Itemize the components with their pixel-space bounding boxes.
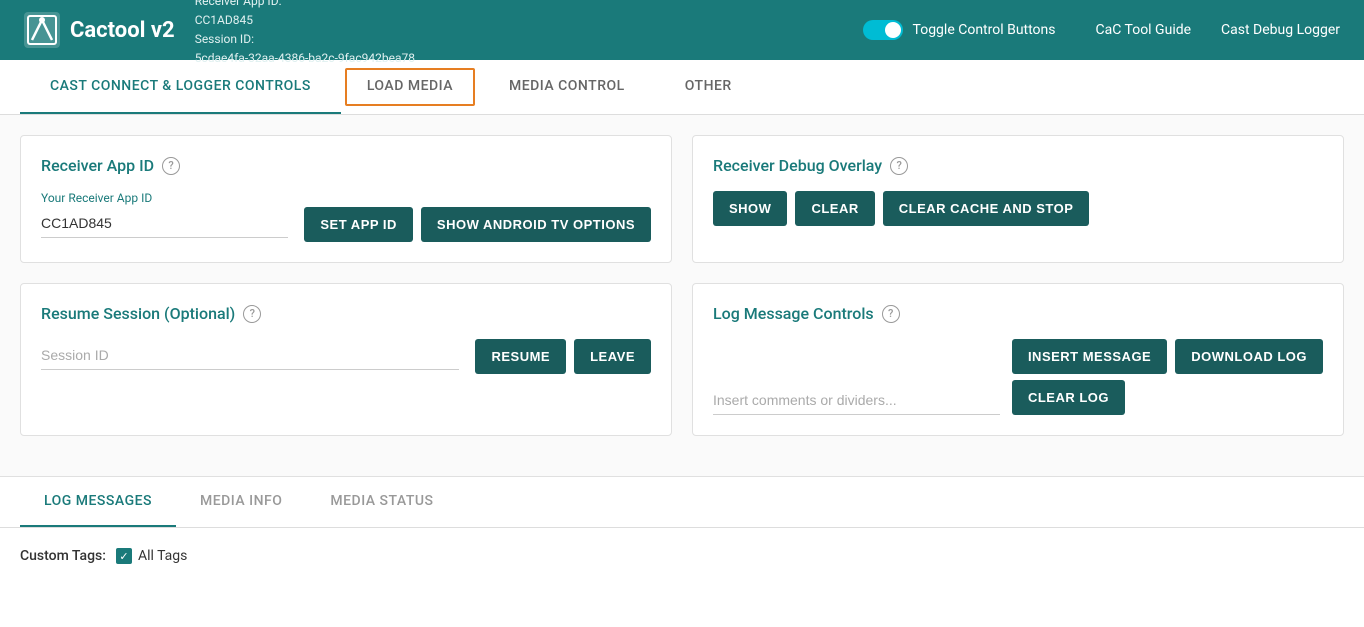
show-android-tv-button[interactable]: SHOW ANDROID TV OPTIONS <box>421 207 651 242</box>
log-controls-row: INSERT MESSAGE DOWNLOAD LOG CLEAR LOG <box>713 339 1323 415</box>
show-button[interactable]: SHOW <box>713 191 787 226</box>
receiver-debug-title: Receiver Debug Overlay ? <box>713 156 1323 175</box>
toggle-control-buttons[interactable]: Toggle Control Buttons <box>863 20 1056 40</box>
main-tabs: CAST CONNECT & LOGGER CONTROLS LOAD MEDI… <box>0 60 1364 115</box>
tab-cast-connect[interactable]: CAST CONNECT & LOGGER CONTROLS <box>20 60 341 114</box>
receiver-debug-card: Receiver Debug Overlay ? SHOW CLEAR CLEA… <box>692 135 1344 263</box>
log-buttons-row2: CLEAR LOG <box>1012 380 1323 415</box>
clear-cache-stop-button[interactable]: CLEAR CACHE AND STOP <box>883 191 1090 226</box>
resume-session-row: RESUME LEAVE <box>41 339 651 374</box>
all-tags-label: All Tags <box>138 548 187 564</box>
session-id-input[interactable] <box>41 341 459 370</box>
cards-grid: Receiver App ID ? Your Receiver App ID S… <box>20 135 1344 436</box>
tab-media-control[interactable]: MEDIA CONTROL <box>479 60 655 114</box>
resume-session-card: Resume Session (Optional) ? RESUME LEAVE <box>20 283 672 436</box>
cac-tool-guide-link[interactable]: CaC Tool Guide <box>1096 22 1192 38</box>
resume-session-help-icon[interactable]: ? <box>243 305 261 323</box>
log-buttons: INSERT MESSAGE DOWNLOAD LOG CLEAR LOG <box>1012 339 1323 415</box>
tab-load-media[interactable]: LOAD MEDIA <box>345 68 475 106</box>
receiver-app-id-input-row: Your Receiver App ID SET APP ID SHOW AND… <box>41 191 651 242</box>
receiver-app-id-input[interactable] <box>41 209 288 238</box>
custom-tags-row: Custom Tags: All Tags <box>20 548 1344 564</box>
receiver-app-id-info: Receiver App ID: CC1AD845 <box>195 0 863 30</box>
logo: Cactool v2 <box>24 12 175 48</box>
main-content: Receiver App ID ? Your Receiver App ID S… <box>0 115 1364 476</box>
bottom-tab-media-status[interactable]: MEDIA STATUS <box>306 477 457 527</box>
tab-other[interactable]: OTHER <box>655 60 762 114</box>
receiver-app-id-input-wrapper: Your Receiver App ID <box>41 191 288 242</box>
receiver-debug-actions: SHOW CLEAR CLEAR CACHE AND STOP <box>713 191 1323 226</box>
receiver-app-id-title: Receiver App ID ? <box>41 156 651 175</box>
resume-session-title: Resume Session (Optional) ? <box>41 304 651 323</box>
cast-debug-logger-link[interactable]: Cast Debug Logger <box>1221 22 1340 38</box>
bottom-section: LOG MESSAGES MEDIA INFO MEDIA STATUS Cus… <box>0 476 1364 584</box>
custom-tags-label: Custom Tags: <box>20 548 106 564</box>
clear-log-button[interactable]: CLEAR LOG <box>1012 380 1125 415</box>
session-id-input-wrapper <box>41 341 459 374</box>
log-message-card: Log Message Controls ? INSERT MESSAGE DO… <box>692 283 1344 436</box>
log-message-input[interactable] <box>713 386 1000 415</box>
toggle-switch[interactable] <box>863 20 903 40</box>
log-buttons-row1: INSERT MESSAGE DOWNLOAD LOG <box>1012 339 1323 374</box>
log-message-title: Log Message Controls ? <box>713 304 1323 323</box>
all-tags-checkbox-wrapper[interactable]: All Tags <box>116 548 187 564</box>
bottom-content: Custom Tags: All Tags <box>0 528 1364 584</box>
header-info: Receiver App ID: CC1AD845 Session ID: 5c… <box>195 0 863 68</box>
bottom-tab-log-messages[interactable]: LOG MESSAGES <box>20 477 176 527</box>
receiver-debug-help-icon[interactable]: ? <box>890 157 908 175</box>
receiver-app-id-input-label: Your Receiver App ID <box>41 191 288 205</box>
logo-icon <box>24 12 60 48</box>
header-nav: CaC Tool Guide Cast Debug Logger <box>1096 22 1341 38</box>
leave-button[interactable]: LEAVE <box>574 339 651 374</box>
resume-session-actions: RESUME LEAVE <box>475 339 651 374</box>
clear-button[interactable]: CLEAR <box>795 191 874 226</box>
bottom-tab-media-info[interactable]: MEDIA INFO <box>176 477 306 527</box>
download-log-button[interactable]: DOWNLOAD LOG <box>1175 339 1323 374</box>
log-message-help-icon[interactable]: ? <box>882 305 900 323</box>
resume-button[interactable]: RESUME <box>475 339 566 374</box>
bottom-tabs: LOG MESSAGES MEDIA INFO MEDIA STATUS <box>0 477 1364 528</box>
receiver-app-id-card: Receiver App ID ? Your Receiver App ID S… <box>20 135 672 263</box>
receiver-app-id-help-icon[interactable]: ? <box>162 157 180 175</box>
receiver-app-id-actions: SET APP ID SHOW ANDROID TV OPTIONS <box>304 207 651 242</box>
insert-message-button[interactable]: INSERT MESSAGE <box>1012 339 1167 374</box>
app-header: Cactool v2 Receiver App ID: CC1AD845 Ses… <box>0 0 1364 60</box>
logo-text: Cactool v2 <box>70 18 175 43</box>
all-tags-checkbox[interactable] <box>116 548 132 564</box>
set-app-id-button[interactable]: SET APP ID <box>304 207 413 242</box>
toggle-label: Toggle Control Buttons <box>913 22 1056 38</box>
